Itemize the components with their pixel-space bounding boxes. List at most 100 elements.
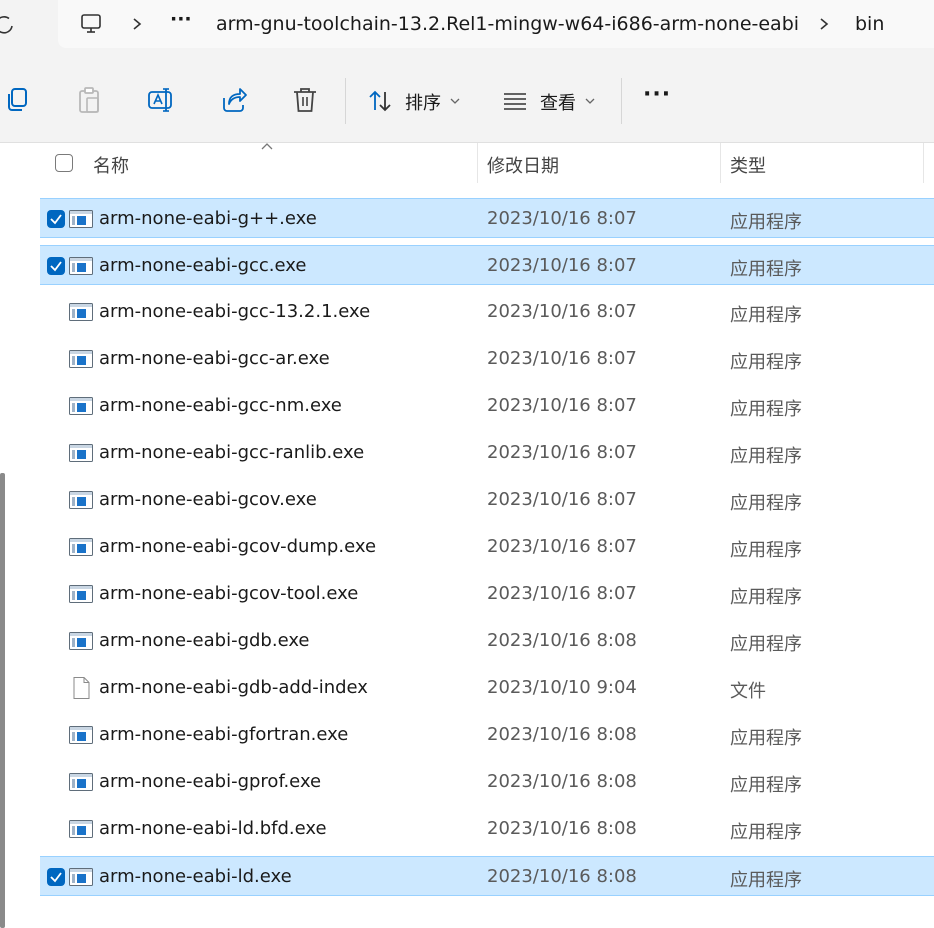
file-date-modified: 2023/10/16 8:07 (487, 348, 637, 369)
application-icon (69, 724, 93, 746)
file-name: arm-none-eabi-gcc.exe (99, 255, 307, 276)
application-icon (69, 208, 93, 230)
file-type: 应用程序 (730, 540, 802, 561)
file-name: arm-none-eabi-gcov.exe (99, 489, 317, 510)
file-date-modified: 2023/10/16 8:08 (487, 866, 637, 887)
file-name: arm-none-eabi-gcc-ar.exe (99, 348, 330, 369)
file-date-modified: 2023/10/16 8:07 (487, 208, 637, 229)
column-date-modified[interactable]: 修改日期 (487, 152, 559, 178)
column-name[interactable]: 名称 (93, 152, 129, 178)
file-type: 应用程序 (730, 259, 802, 280)
file-row[interactable]: arm-none-eabi-gdb.exe 2023/10/16 8:08 应用程序 (40, 621, 934, 661)
file-row[interactable]: arm-none-eabi-gcc-nm.exe 2023/10/16 8:07 应… (40, 386, 934, 426)
file-row[interactable]: arm-none-eabi-ld.bfd.exe 2023/10/16 8:08 应… (40, 809, 934, 849)
file-name: arm-none-eabi-gdb-add-index (99, 677, 368, 698)
file-type: 应用程序 (730, 634, 802, 655)
file-date-modified: 2023/10/16 8:07 (487, 395, 637, 416)
file-name: arm-none-eabi-gcc-nm.exe (99, 395, 342, 416)
share-icon[interactable] (219, 85, 249, 115)
chevron-right-icon[interactable] (817, 14, 831, 34)
file-name: arm-none-eabi-ld.bfd.exe (99, 818, 327, 839)
file-name: arm-none-eabi-gprof.exe (99, 771, 322, 792)
row-checkbox[interactable] (47, 868, 65, 886)
application-icon (69, 348, 93, 370)
sort-ascending-icon (261, 143, 273, 150)
file-row[interactable]: arm-none-eabi-gcov.exe 2023/10/16 8:07 应用程… (40, 480, 934, 520)
file-row[interactable]: arm-none-eabi-gdb-add-index 2023/10/10 9:… (40, 668, 934, 708)
breadcrumb-folder[interactable]: arm-gnu-toolchain-13.2.Rel1-mingw-w64-i6… (216, 13, 799, 35)
copy-icon[interactable] (3, 85, 33, 115)
row-checkbox[interactable] (47, 257, 65, 275)
rename-icon[interactable] (146, 85, 176, 115)
file-type: 应用程序 (730, 587, 802, 608)
chevron-down-icon (450, 98, 460, 104)
file-row[interactable]: arm-none-eabi-gprof.exe 2023/10/16 8:08 应用… (40, 762, 934, 802)
file-type: 应用程序 (730, 212, 802, 233)
file-type: 应用程序 (730, 870, 802, 891)
toolbar-divider (345, 78, 346, 124)
application-icon (69, 818, 93, 840)
file-date-modified: 2023/10/16 8:07 (487, 536, 637, 557)
file-name: arm-none-eabi-gfortran.exe (99, 724, 349, 745)
chevron-down-icon (585, 98, 595, 104)
application-icon (69, 866, 93, 888)
application-icon (69, 442, 93, 464)
file-row[interactable]: arm-none-eabi-gfortran.exe 2023/10/16 8:0… (40, 715, 934, 755)
chevron-right-icon[interactable] (130, 14, 144, 34)
file-row[interactable]: arm-none-eabi-gcov-dump.exe 2023/10/16 8:… (40, 527, 934, 567)
address-bar[interactable]: ··· arm-gnu-toolchain-13.2.Rel1-mingw-w6… (58, 0, 934, 48)
file-date-modified: 2023/10/16 8:08 (487, 771, 637, 792)
column-type[interactable]: 类型 (730, 152, 766, 178)
sort-label: 排序 (405, 93, 441, 114)
application-icon (69, 489, 93, 511)
file-row[interactable]: arm-none-eabi-gcov-tool.exe 2023/10/16 8:… (40, 574, 934, 614)
file-row[interactable]: arm-none-eabi-ld.exe 2023/10/16 8:08 应用程序 (40, 856, 934, 896)
file-type: 应用程序 (730, 399, 802, 420)
select-all-checkbox[interactable] (55, 154, 73, 172)
file-name: arm-none-eabi-ld.exe (99, 866, 292, 887)
column-divider[interactable] (923, 143, 924, 183)
file-name: arm-none-eabi-gdb.exe (99, 630, 310, 651)
file-date-modified: 2023/10/16 8:07 (487, 489, 637, 510)
see-more-button[interactable]: ··· (643, 82, 671, 107)
file-row[interactable]: arm-none-eabi-gcc-13.2.1.exe 2023/10/16 8… (40, 292, 934, 332)
file-date-modified: 2023/10/16 8:08 (487, 818, 637, 839)
file-type: 文件 (730, 681, 766, 702)
file-row[interactable]: arm-none-eabi-gcc-ranlib.exe 2023/10/16 8… (40, 433, 934, 473)
file-name: arm-none-eabi-gcc-13.2.1.exe (99, 301, 371, 322)
refresh-icon[interactable] (0, 12, 18, 38)
paste-icon[interactable] (74, 85, 104, 115)
breadcrumb-current[interactable]: bin (855, 13, 884, 35)
application-icon (69, 301, 93, 323)
delete-icon[interactable] (290, 85, 320, 115)
file-icon (69, 677, 93, 699)
file-name: arm-none-eabi-gcov-dump.exe (99, 536, 377, 557)
file-row[interactable]: arm-none-eabi-gcc.exe 2023/10/16 8:07 应用程序 (40, 245, 934, 285)
application-icon (69, 771, 93, 793)
application-icon (69, 395, 93, 417)
toolbar-divider (621, 78, 622, 124)
file-date-modified: 2023/10/16 8:07 (487, 442, 637, 463)
file-type: 应用程序 (730, 728, 802, 749)
file-type: 应用程序 (730, 775, 802, 796)
view-button[interactable]: 查看 (497, 78, 607, 124)
file-date-modified: 2023/10/16 8:08 (487, 630, 637, 651)
sort-button[interactable]: 排序 (362, 78, 472, 124)
file-row[interactable]: arm-none-eabi-g++.exe 2023/10/16 8:07 应用程序 (40, 198, 934, 238)
file-type: 应用程序 (730, 493, 802, 514)
file-date-modified: 2023/10/16 8:08 (487, 724, 637, 745)
file-date-modified: 2023/10/10 9:04 (487, 677, 637, 698)
navigation-scrollbar[interactable] (0, 473, 5, 928)
file-type: 应用程序 (730, 305, 802, 326)
column-divider[interactable] (720, 143, 721, 183)
application-icon (69, 255, 93, 277)
file-type: 应用程序 (730, 352, 802, 373)
row-checkbox[interactable] (47, 210, 65, 228)
breadcrumb-more[interactable]: ··· (170, 8, 192, 30)
address-bar-area: ··· arm-gnu-toolchain-13.2.Rel1-mingw-w6… (0, 0, 934, 58)
this-pc-icon[interactable] (80, 13, 102, 35)
column-divider[interactable] (477, 143, 478, 183)
file-row[interactable]: arm-none-eabi-gcc-ar.exe 2023/10/16 8:07 应… (40, 339, 934, 379)
file-list-pane: arm-none-eabi-elfedit.exe2023/10/16 8:07… (0, 143, 934, 928)
file-name: arm-none-eabi-gcov-tool.exe (99, 583, 359, 604)
